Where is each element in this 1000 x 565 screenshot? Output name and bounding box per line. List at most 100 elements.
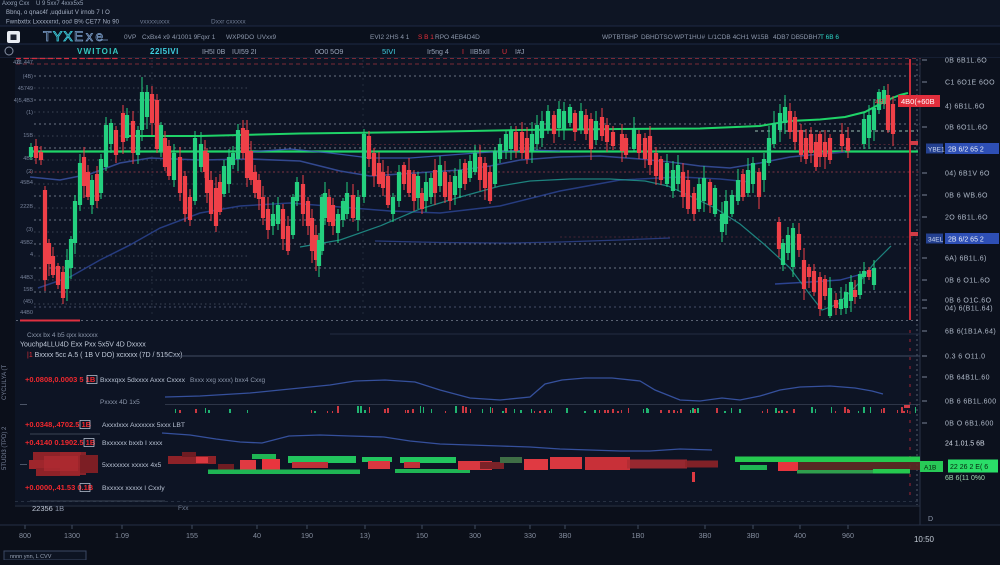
svg-text:330: 330 (524, 531, 536, 540)
svg-text:I#J: I#J (515, 49, 524, 56)
svg-text:T: T (43, 28, 52, 44)
svg-text:300: 300 (469, 531, 481, 540)
svg-text:T 6B 6: T 6B 6 (820, 34, 839, 41)
svg-text:04) 6B1V 6O: 04) 6B1V 6O (945, 171, 990, 178)
svg-text:0B 6O1L.6O: 0B 6O1L.6O (945, 125, 988, 132)
svg-text:DBHDTSO: DBHDTSO (641, 34, 673, 41)
svg-text:400: 400 (794, 531, 806, 540)
svg-text:5IVI: 5IVI (382, 47, 395, 56)
svg-text:40: 40 (253, 531, 261, 540)
svg-text:CYCLILYA (T: CYCLILYA (T (2, 365, 8, 400)
svg-text:A1B: A1B (924, 465, 936, 472)
svg-text:0B 6 O1C.6O: 0B 6 O1C.6O (945, 298, 992, 305)
svg-text:(1): (1) (26, 110, 33, 116)
svg-text:D: D (928, 516, 933, 523)
svg-text:190: 190 (301, 531, 313, 540)
svg-text:0.3 6 O11.0: 0.3 6 O11.0 (945, 354, 985, 361)
svg-text:04) 6(B1L.64): 04) 6(B1L.64) (945, 306, 993, 313)
svg-text:22I5IVI: 22I5IVI (150, 47, 179, 56)
svg-text:222B: 222B (20, 204, 33, 210)
svg-text:Bbnq, o qnac4f ,uqduiiut V irn: Bbnq, o qnac4f ,uqduiiut V irnob 7 I O (6, 10, 110, 16)
svg-text:960: 960 (842, 531, 854, 540)
svg-text:IUI59 2I: IUI59 2I (232, 49, 257, 56)
svg-text:WXP9DO: WXP9DO (226, 34, 254, 41)
svg-text:Dxxr cxxxxx: Dxxr cxxxxx (211, 19, 246, 26)
svg-text:Bxxx xxg xxxx) bxx4 Cxxg: Bxxx xxg xxxx) bxx4 Cxxg (190, 377, 266, 384)
svg-text:0B 6 O1L.6O: 0B 6 O1L.6O (945, 278, 990, 285)
svg-text:2B 6/2 65 2: 2B 6/2 65 2 (948, 237, 984, 244)
svg-text:U: U (502, 49, 507, 56)
svg-text:Fqxr 1: Fqxr 1 (197, 34, 216, 41)
svg-text:W15B: W15B (751, 34, 769, 41)
svg-text:0B 6B1L.6O: 0B 6B1L.6O (945, 58, 987, 65)
svg-text:2B 6/2 65 2: 2B 6/2 65 2 (948, 147, 984, 154)
svg-text:—: — (20, 461, 27, 468)
svg-text:+0.0808,0.0003 5 1B: +0.0808,0.0003 5 1B (25, 375, 96, 384)
svg-text:Bxxxxxx bxxb I xxxx: Bxxxxxx bxxb I xxxx (102, 440, 163, 447)
svg-text:nnnn ynn, L CVV: nnnn ynn, L CVV (10, 554, 52, 560)
svg-text:Axxrg Cxx U 9 5xx7 4xxx5x5: Axxrg Cxx U 9 5xx7 4xxx5x5 (2, 1, 84, 7)
svg-text:150: 150 (416, 531, 428, 540)
svg-text:4) 6B1L.6O: 4) 6B1L.6O (945, 104, 985, 111)
svg-text:3B0: 3B0 (699, 531, 712, 540)
svg-text:45B2: 45B2 (20, 240, 33, 246)
svg-text:DB5DBH7: DB5DBH7 (791, 34, 821, 41)
svg-text:5xxxxxxx xxxxx 4x5: 5xxxxxxx xxxxx 4x5 (102, 462, 162, 469)
svg-text:YBE1: YBE1 (928, 147, 945, 154)
svg-text:Pxxxx 4D 1x5: Pxxxx 4D 1x5 (100, 399, 140, 406)
svg-text:CxBx4 x9: CxBx4 x9 (142, 34, 170, 41)
svg-text:S B 1: S B 1 (418, 34, 434, 41)
svg-text:—: — (20, 401, 27, 408)
svg-text:34EL: 34EL (928, 237, 944, 244)
svg-text:UVxx9: UVxx9 (257, 34, 277, 41)
svg-text:15B: 15B (23, 133, 33, 139)
svg-text:+0.4140 0.1902.5 1B: +0.4140 0.1902.5 1B (25, 438, 96, 447)
svg-text:YX: YX (53, 28, 74, 44)
svg-text:(2): (2) (26, 169, 33, 175)
svg-text:Fxx: Fxx (178, 505, 189, 512)
svg-text:45749: 45749 (18, 86, 33, 92)
svg-text:WPTBTBHP: WPTBTBHP (602, 34, 638, 41)
svg-text:45B4: 45B4 (20, 180, 33, 186)
svg-text:EVI2 2HS 4 1: EVI2 2HS 4 1 (370, 34, 410, 41)
svg-text:22 26 2 E( 6: 22 26 2 E( 6 (950, 464, 988, 471)
svg-text:RPO 4EB4D4D: RPO 4EB4D4D (435, 34, 480, 41)
svg-text:Exe: Exe (74, 28, 106, 44)
svg-text:0B 6 6B1L.600: 0B 6 6B1L.600 (945, 399, 997, 406)
svg-text:(45): (45) (23, 299, 33, 305)
svg-text:Bxxxqxx 5dxxxx Axxx Cxxxx: Bxxxqxx 5dxxxx Axxx Cxxxx (100, 377, 186, 384)
svg-text:22356 1B: 22356 1B (32, 504, 64, 513)
svg-text:1B0: 1B0 (632, 531, 645, 540)
svg-text:0B 64B1L.60: 0B 64B1L.60 (945, 375, 990, 382)
svg-text:|1 Bxxxx 5cc A.5 ( 1B V DO) xc: |1 Bxxxx 5cc A.5 ( 1B V DO) xcxxxx (7D /… (27, 352, 182, 359)
svg-text:1300: 1300 (64, 531, 80, 540)
svg-text:4DB7: 4DB7 (773, 34, 790, 41)
svg-text:4B)(: 4B)( (875, 99, 889, 106)
svg-text:24 1.01.5 6B: 24 1.01.5 6B (945, 441, 985, 448)
svg-text:IIB5xII: IIB5xII (470, 49, 490, 56)
svg-text:(4B): (4B) (23, 74, 34, 80)
svg-text:800: 800 (19, 531, 31, 540)
svg-text:C1 6O1E 6OO: C1 6O1E 6OO (945, 80, 995, 87)
svg-text:10:50: 10:50 (914, 535, 935, 544)
svg-text:L/1CDB 4CH1: L/1CDB 4CH1 (708, 34, 750, 41)
svg-text:Cxxx bx 4 b5 qxx kxxxxx: Cxxx bx 4 b5 qxx kxxxxx (27, 332, 99, 339)
svg-text:+0.0348,.4702.5 1B: +0.0348,.4702.5 1B (25, 420, 92, 429)
svg-text:2O 6B1L.6O: 2O 6B1L.6O (945, 215, 988, 222)
svg-text:Axxxlxxx Axxxxxx 5xxx LBT: Axxxlxxx Axxxxxx 5xxx LBT (102, 422, 185, 429)
svg-text:4)5,4B3: 4)5,4B3 (14, 98, 33, 104)
svg-text:(3): (3) (26, 227, 33, 233)
svg-text:44B3: 44B3 (20, 275, 33, 281)
svg-text:IH5I 0B: IH5I 0B (202, 49, 226, 56)
svg-text:0O0 5O9: 0O0 5O9 (315, 49, 344, 56)
svg-text:5TUDI3 (TPD) 2: 5TUDI3 (TPD) 2 (2, 426, 8, 470)
svg-text:15B: 15B (23, 287, 33, 293)
svg-text:WPT1HU#: WPT1HU# (674, 34, 705, 41)
svg-text:13): 13) (360, 531, 370, 540)
svg-text:155: 155 (186, 531, 198, 540)
svg-text:6B 6(11 0%0: 6B 6(11 0%0 (945, 475, 985, 482)
svg-text:4: 4 (30, 252, 33, 258)
svg-text:3B0: 3B0 (747, 531, 760, 540)
svg-text:0B 6 WB.6O: 0B 6 WB.6O (945, 193, 988, 200)
svg-text:4B0(+60B: 4B0(+60B (901, 97, 935, 106)
